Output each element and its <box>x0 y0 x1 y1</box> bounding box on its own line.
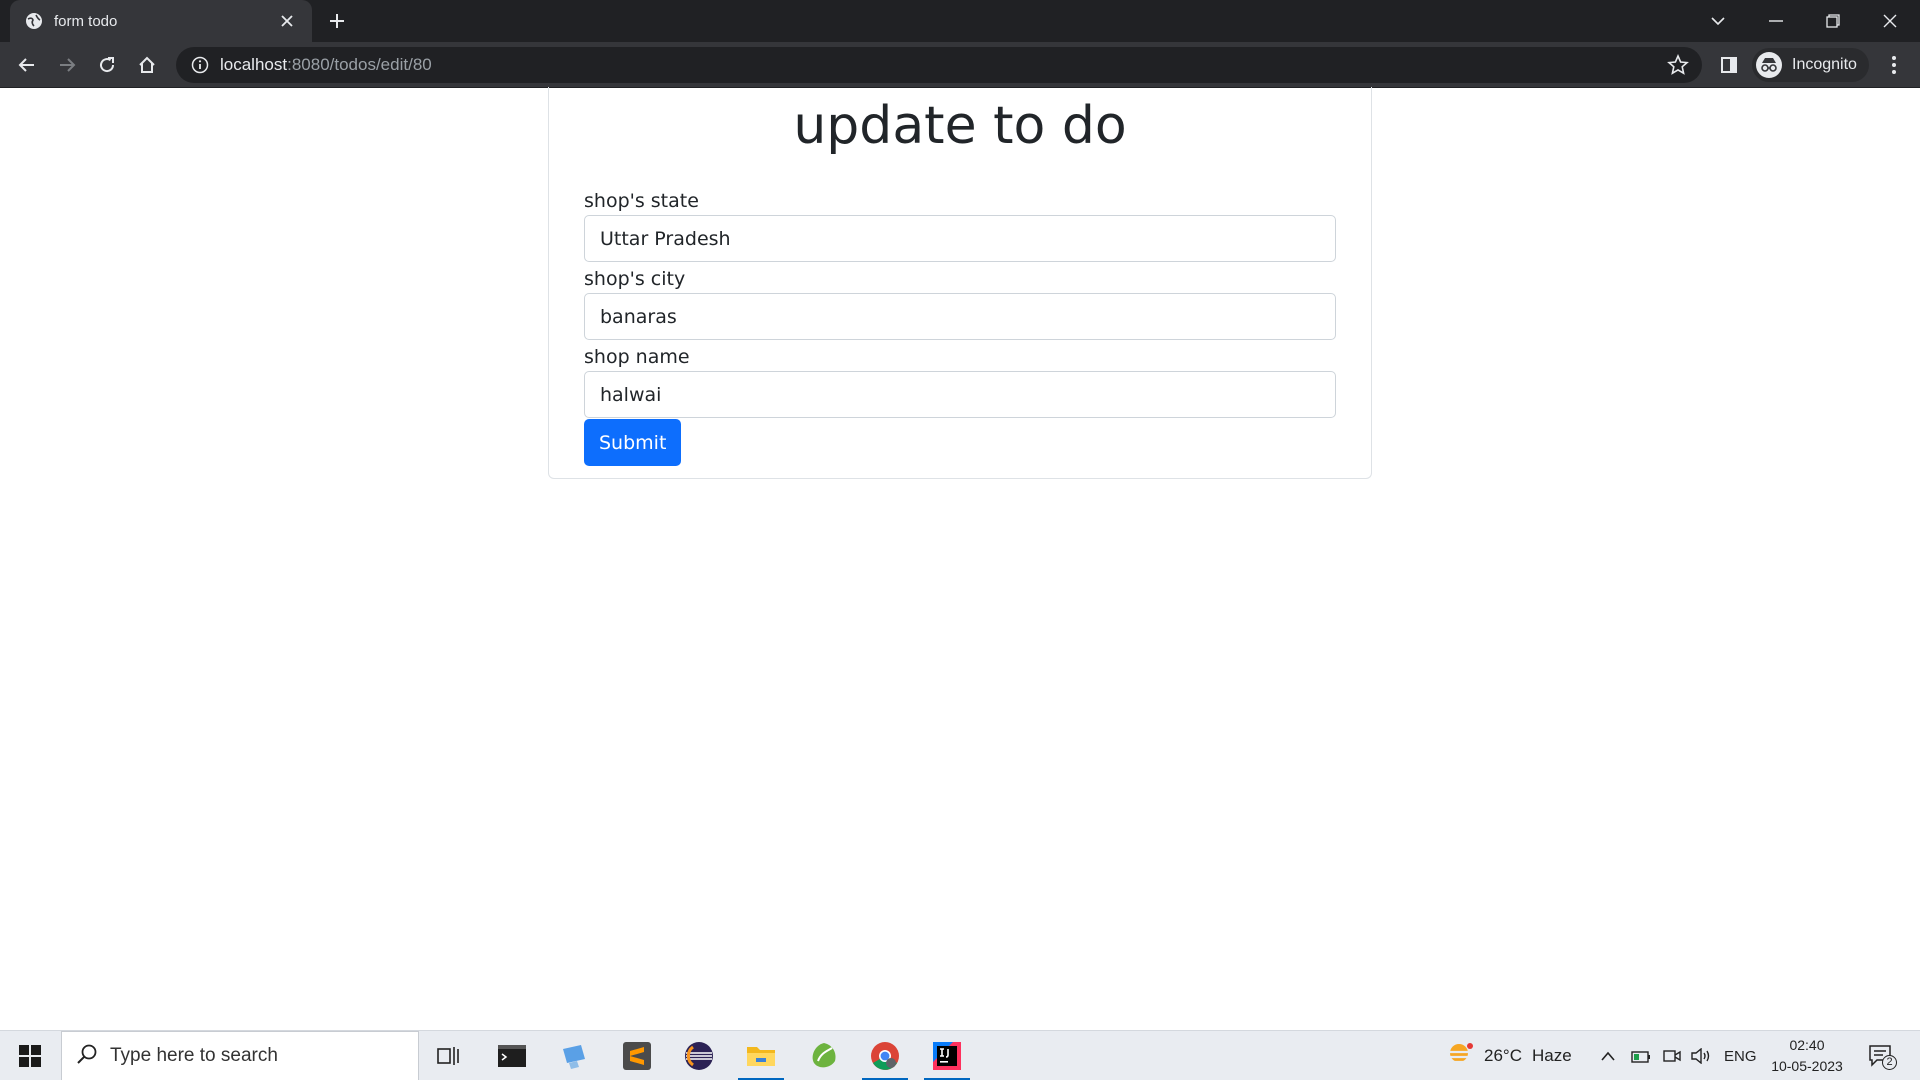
profile-label: Incognito <box>1792 56 1857 73</box>
submit-button[interactable]: Submit <box>584 419 682 466</box>
url-path: :8080/todos/edit/80 <box>287 55 432 74</box>
search-icon <box>76 1043 98 1070</box>
search-placeholder: Type here to search <box>110 1045 278 1066</box>
volume-icon[interactable] <box>1691 1031 1711 1080</box>
home-button[interactable] <box>131 49 163 81</box>
notifications-button[interactable]: 2 <box>1868 1031 1897 1080</box>
meet-now-icon[interactable] <box>1663 1031 1681 1080</box>
incognito-profile-button[interactable]: Incognito <box>1752 48 1869 82</box>
taskbar: Type here to search 26°C Haze ENG 02:40 … <box>0 1030 1920 1080</box>
url-text: localhost:8080/todos/edit/80 <box>220 55 432 75</box>
weather-widget[interactable]: 26°C Haze <box>1444 1031 1572 1080</box>
menu-kebab-icon[interactable] <box>1878 49 1910 81</box>
minimize-button[interactable] <box>1756 6 1796 36</box>
forward-button[interactable] <box>51 49 83 81</box>
side-panel-icon[interactable] <box>1713 49 1745 81</box>
state-input[interactable] <box>584 215 1336 262</box>
intellij-idea-icon[interactable] <box>918 1031 976 1080</box>
show-hidden-icons-chevron-icon[interactable] <box>1600 1031 1616 1080</box>
close-window-button[interactable] <box>1870 6 1910 36</box>
page-viewport: update to do shop's state shop's city sh… <box>0 87 1920 1030</box>
sublime-text-icon[interactable] <box>608 1031 666 1080</box>
windows-start-icon[interactable] <box>10 1041 50 1071</box>
restore-button[interactable] <box>1813 6 1853 36</box>
file-explorer-icon[interactable] <box>732 1031 790 1080</box>
globe-icon <box>24 11 44 31</box>
page-title: update to do <box>793 96 1127 156</box>
notification-icon: 2 <box>1868 1044 1897 1070</box>
browser-toolbar: localhost:8080/todos/edit/80 Incognito <box>0 42 1920 88</box>
weather-haze-icon <box>1444 1042 1474 1070</box>
close-tab-icon[interactable] <box>276 10 298 32</box>
clock-date: 10-05-2023 <box>1771 1058 1843 1074</box>
language-text: ENG <box>1724 1047 1757 1065</box>
site-info-icon[interactable] <box>190 55 210 75</box>
weather-description: Haze <box>1531 1046 1572 1065</box>
weather-temperature: 26°C <box>1484 1046 1522 1065</box>
shop-name-input[interactable] <box>584 371 1336 418</box>
shop-name-label: shop name <box>584 346 690 368</box>
eclipse-icon[interactable] <box>670 1031 728 1080</box>
back-button[interactable] <box>11 49 43 81</box>
tab-strip: form todo <box>0 0 1920 42</box>
reload-button[interactable] <box>91 49 123 81</box>
language-indicator[interactable]: ENG <box>1724 1031 1757 1080</box>
url-host: localhost <box>220 55 288 74</box>
remote-desktop-icon[interactable] <box>545 1031 603 1080</box>
tab-search-chevron-icon[interactable] <box>1698 6 1738 36</box>
taskbar-search-box[interactable]: Type here to search <box>61 1031 419 1080</box>
form-card: update to do shop's state shop's city sh… <box>548 87 1372 479</box>
bookmark-star-icon[interactable] <box>1666 53 1690 77</box>
new-tab-button[interactable] <box>324 8 350 34</box>
address-bar[interactable]: localhost:8080/todos/edit/80 <box>176 47 1702 83</box>
incognito-icon <box>1756 52 1782 78</box>
battery-icon[interactable] <box>1631 1031 1651 1080</box>
system-clock[interactable]: 02:40 10-05-2023 <box>1764 1035 1850 1077</box>
tab-form-todo[interactable]: form todo <box>10 0 312 42</box>
task-view-icon[interactable] <box>420 1031 478 1080</box>
tab-title: form todo <box>54 12 118 30</box>
chrome-icon[interactable] <box>856 1031 914 1080</box>
state-label: shop's state <box>584 190 699 212</box>
spring-tool-suite-icon[interactable] <box>795 1031 853 1080</box>
terminal-app-icon[interactable] <box>483 1031 541 1080</box>
city-label: shop's city <box>584 268 686 290</box>
clock-time: 02:40 <box>1789 1037 1825 1053</box>
city-input[interactable] <box>584 293 1336 340</box>
notification-count: 2 <box>1882 1055 1897 1070</box>
